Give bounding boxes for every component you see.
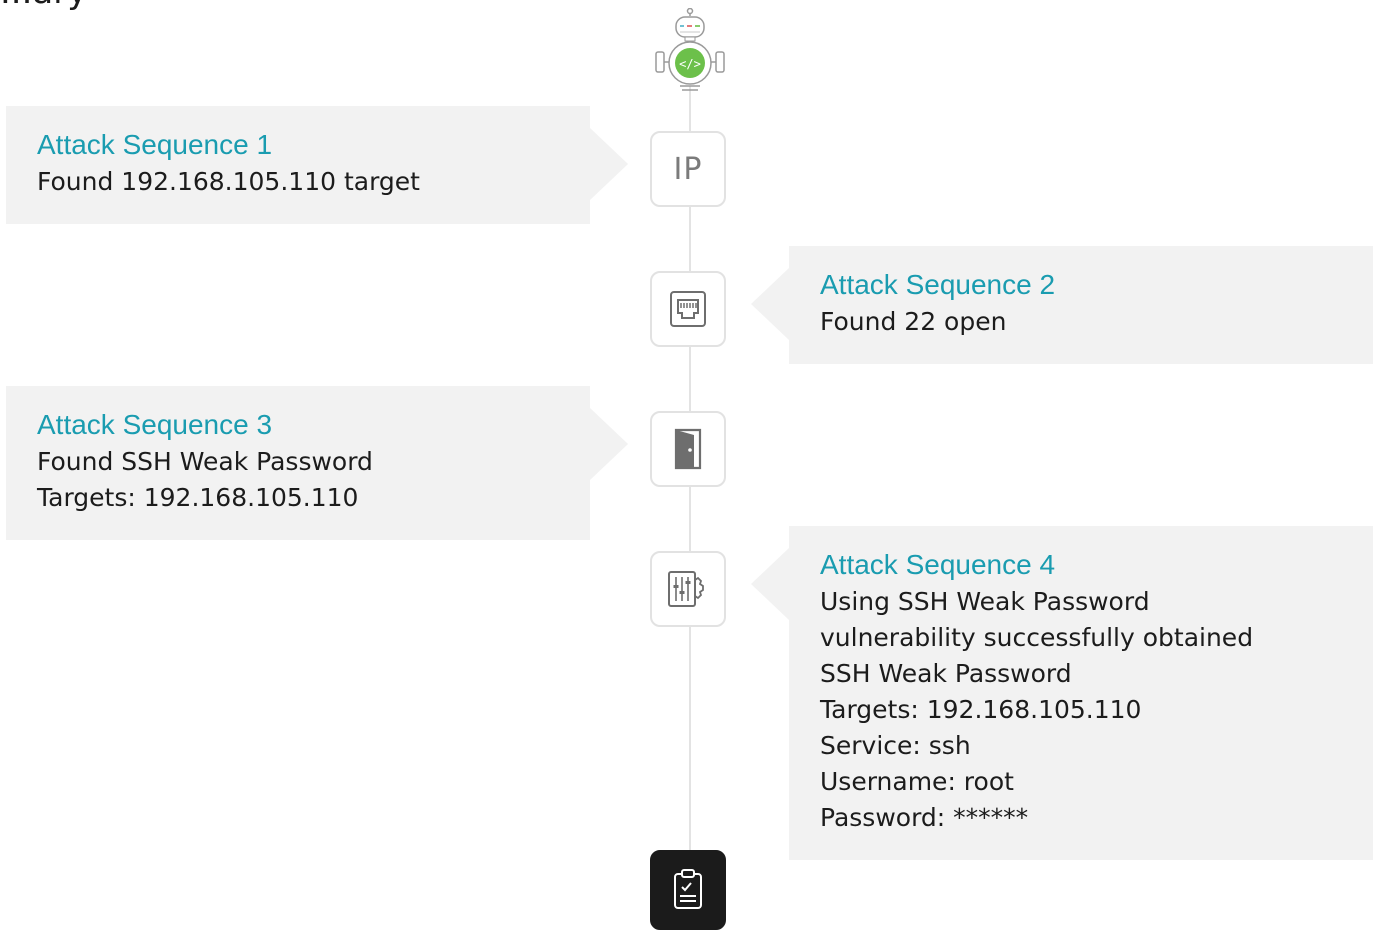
card-line: Username: root: [820, 767, 1014, 796]
config-sliders-icon: [668, 571, 704, 607]
door-icon: [674, 428, 702, 470]
attack-sequence-card-2: Attack Sequence 2 Found 22 open: [751, 246, 1373, 364]
attack-sequence-card-4: Attack Sequence 4 Using SSH Weak Passwor…: [751, 526, 1373, 860]
attack-sequence-card-3: Attack Sequence 3 Found SSH Weak Passwor…: [6, 386, 628, 540]
ethernet-port-icon: [670, 291, 706, 327]
card-line: Found 192.168.105.110 target: [37, 167, 420, 196]
card-line: Targets: 192.168.105.110: [820, 695, 1142, 724]
card-pointer: [590, 408, 628, 480]
card-pointer: [751, 268, 789, 340]
config-node: [650, 551, 726, 627]
card-line: SSH Weak Password: [820, 659, 1072, 688]
card-pointer: [751, 548, 789, 620]
card-title: Attack Sequence 2: [820, 269, 1056, 300]
report-node: [650, 850, 726, 930]
port-node: [650, 271, 726, 347]
attack-sequence-card-1: Attack Sequence 1 Found 192.168.105.110 …: [6, 106, 628, 224]
card-line: vulnerability successfully obtained: [820, 623, 1254, 652]
card-line: Service: ssh: [820, 731, 971, 760]
card-title: Attack Sequence 4: [820, 549, 1056, 580]
ip-node: IP: [650, 131, 726, 207]
card-title: Attack Sequence 1: [37, 129, 273, 160]
card-title: Attack Sequence 3: [37, 409, 273, 440]
card-line: Found 22 open: [820, 307, 1007, 336]
card-pointer: [590, 128, 628, 200]
robot-avatar-icon: </>: [655, 8, 725, 91]
svg-text:</>: </>: [679, 57, 701, 71]
card-line: Using SSH Weak Password: [820, 587, 1150, 616]
clipboard-check-icon: [674, 869, 702, 909]
card-line: Targets: 192.168.105.110: [37, 483, 359, 512]
card-line: Password: ******: [820, 803, 1029, 832]
page-heading-clipped: ...ary: [0, 0, 87, 12]
ip-icon: IP: [673, 151, 703, 187]
card-line: Found SSH Weak Password: [37, 447, 373, 476]
door-node: [650, 411, 726, 487]
